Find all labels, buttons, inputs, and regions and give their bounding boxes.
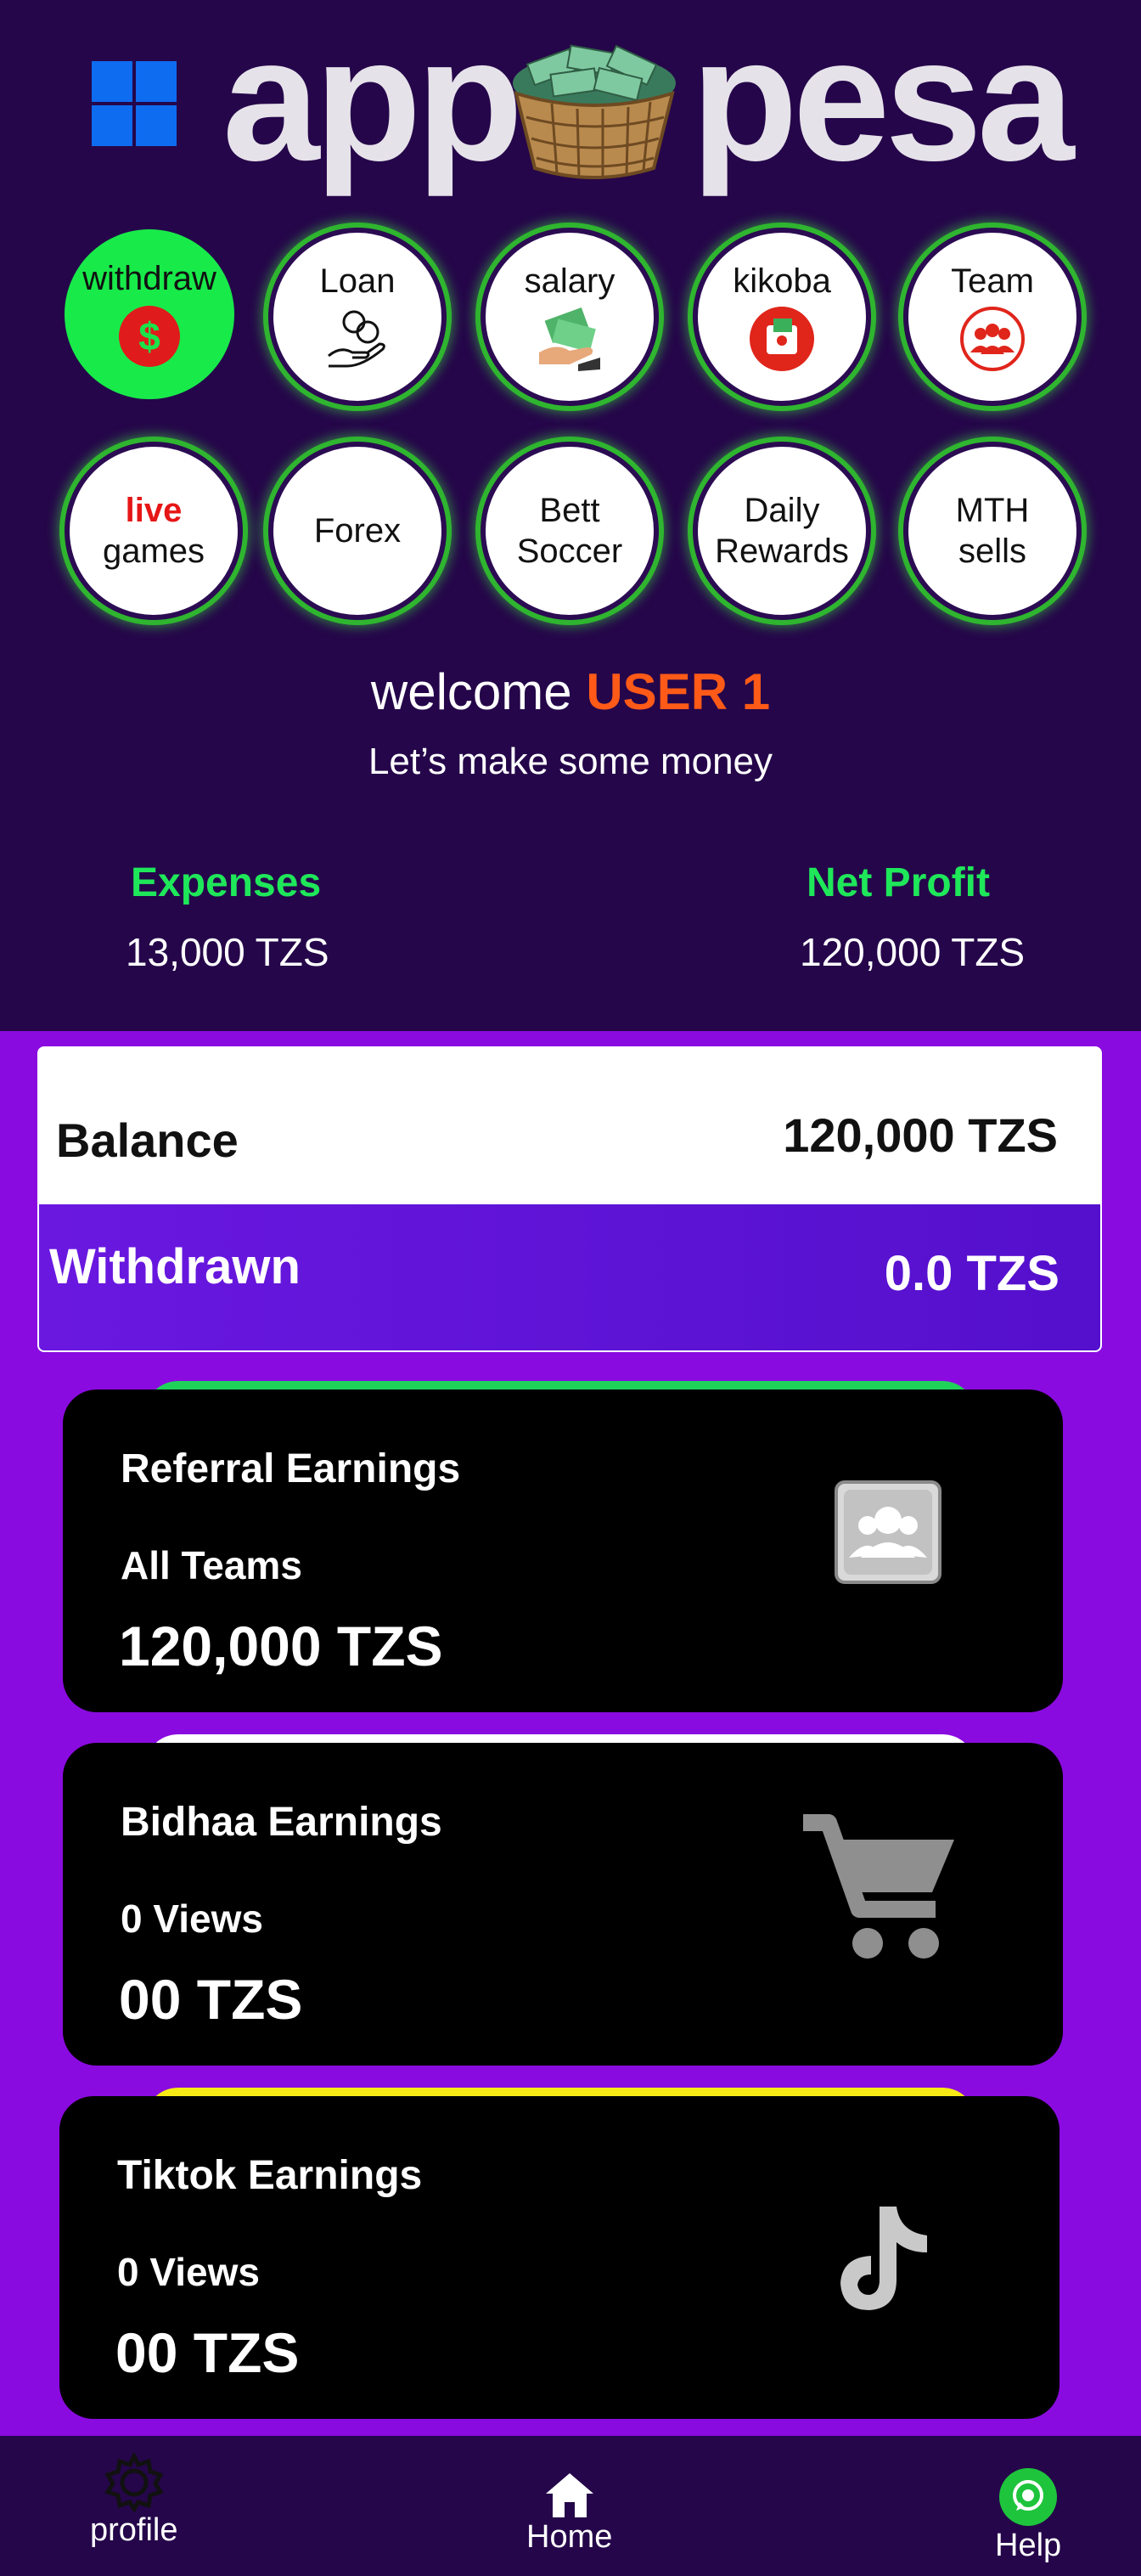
- gear-icon: [104, 2453, 164, 2512]
- bidhaa-earnings-title: Bidhaa Earnings: [121, 1800, 442, 1845]
- net-profit-label: Net Profit: [807, 860, 990, 905]
- salary-label: salary: [524, 262, 615, 300]
- referral-earnings-title: Referral Earnings: [121, 1446, 461, 1491]
- forex-label: Forex: [313, 512, 402, 550]
- bottom-nav: profile Home Help: [0, 2436, 1141, 2576]
- referral-earnings-sub: All Teams: [121, 1543, 302, 1587]
- team-button[interactable]: Team: [903, 228, 1082, 406]
- net-profit-value: 120,000 TZS: [800, 930, 1026, 974]
- logo-word-left: app: [222, 2, 523, 197]
- money-hand-icon: [539, 307, 600, 371]
- bett-label: Bett: [539, 492, 600, 529]
- wallet-icon: [750, 307, 814, 371]
- forex-button[interactable]: Forex: [268, 442, 447, 620]
- tiktok-icon: [840, 2207, 927, 2310]
- live-label: live: [125, 492, 183, 529]
- welcome-prefix: welcome: [370, 663, 572, 720]
- logo-word-right: pesa: [691, 2, 1075, 197]
- mth-sells-button[interactable]: MTH sells: [903, 442, 1082, 620]
- team-label: Team: [951, 262, 1034, 300]
- tiktok-earnings-value: 00 TZS: [115, 2321, 300, 2384]
- withdraw-button[interactable]: withdraw $: [65, 229, 234, 399]
- withdrawn-label: Withdrawn: [49, 1239, 301, 1294]
- nav-help-label: Help: [995, 2528, 1062, 2563]
- balance-row: Balance 120,000 TZS: [39, 1048, 1100, 1204]
- loan-button[interactable]: Loan: [268, 228, 447, 406]
- tiktok-earnings-title: Tiktok Earnings: [117, 2153, 423, 2198]
- sells-label: sells: [958, 533, 1027, 570]
- loan-label: Loan: [319, 262, 396, 300]
- user-name: USER 1: [586, 663, 771, 720]
- bett-soccer-button[interactable]: Bett Soccer: [481, 442, 659, 620]
- balance-card: Balance 120,000 TZS Withdrawn 0.0 TZS: [37, 1046, 1102, 1352]
- nav-profile-label: profile: [90, 2512, 178, 2548]
- welcome-subtitle: Let’s make some money: [368, 741, 773, 782]
- rewards-label: Rewards: [715, 533, 849, 570]
- header: app pesa withdraw $ Loan salary kikoba T…: [0, 0, 1141, 1031]
- users-icon: [835, 1480, 941, 1584]
- svg-text:$: $: [138, 314, 160, 358]
- daily-label: Daily: [744, 492, 820, 529]
- live-games-button[interactable]: live games: [65, 442, 243, 620]
- bidhaa-earnings-value: 00 TZS: [119, 1968, 303, 2031]
- hand-coins-icon: [328, 310, 385, 368]
- daily-rewards-button[interactable]: Daily Rewards: [693, 442, 871, 620]
- cart-icon: [803, 1814, 954, 1959]
- nav-home[interactable]: Home: [526, 2470, 612, 2556]
- tiktok-earnings-sub: 0 Views: [117, 2250, 260, 2294]
- balance-label: Balance: [56, 1113, 239, 1167]
- withdraw-label: withdraw: [82, 260, 216, 297]
- referral-earnings-card[interactable]: Referral Earnings All Teams 120,000 TZS: [63, 1389, 1063, 1712]
- money-basket-icon: [513, 44, 676, 179]
- nav-profile[interactable]: profile: [90, 2453, 178, 2549]
- salary-button[interactable]: salary: [481, 228, 659, 406]
- expenses-value: 13,000 TZS: [126, 930, 329, 974]
- windows-logo-icon: [92, 61, 177, 146]
- team-icon: [960, 307, 1025, 371]
- kikoba-button[interactable]: kikoba: [693, 228, 871, 406]
- referral-earnings-value: 120,000 TZS: [119, 1615, 443, 1677]
- bidhaa-earnings-sub: 0 Views: [121, 1897, 263, 1941]
- nav-help[interactable]: Help: [995, 2466, 1061, 2564]
- withdrawn-row: Withdrawn 0.0 TZS: [39, 1204, 1100, 1350]
- welcome-heading: welcome USER 1: [0, 662, 1141, 721]
- expenses-label: Expenses: [131, 860, 322, 905]
- mth-label: MTH: [955, 492, 1030, 529]
- soccer-label: Soccer: [516, 533, 623, 570]
- whatsapp-icon: [999, 2468, 1058, 2526]
- withdrawn-value: 0.0 TZS: [884, 1246, 1060, 1301]
- games-label: games: [102, 533, 205, 570]
- dollar-icon: $: [119, 306, 180, 367]
- tiktok-earnings-card[interactable]: Tiktok Earnings 0 Views 00 TZS: [59, 2096, 1060, 2419]
- bidhaa-earnings-card[interactable]: Bidhaa Earnings 0 Views 00 TZS: [63, 1743, 1063, 2066]
- balance-value: 120,000 TZS: [783, 1108, 1058, 1162]
- kikoba-label: kikoba: [733, 262, 831, 300]
- nav-home-label: Home: [526, 2519, 613, 2555]
- home-icon: [545, 2473, 593, 2517]
